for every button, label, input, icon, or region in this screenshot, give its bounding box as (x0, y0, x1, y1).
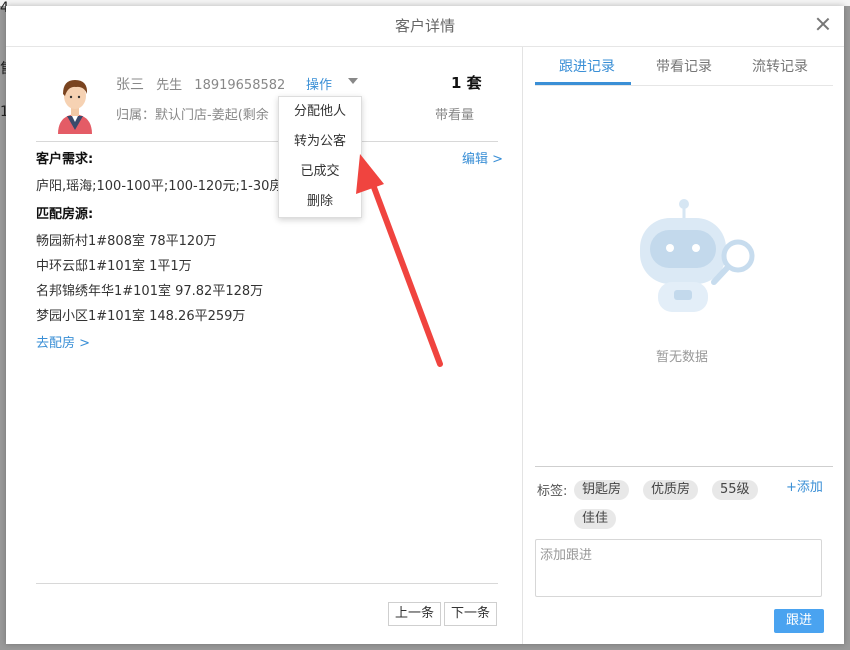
house-count: 1 套 (451, 74, 482, 92)
tags-divider (535, 466, 833, 467)
robot-magnifier-icon (640, 199, 755, 312)
customer-detail-modal: 客户详情 张三 先生 18919658582 操作 1 套 归属：默认门店-姜起… (6, 6, 844, 644)
views-label: 带看量 (435, 108, 475, 123)
footer-divider (36, 583, 498, 584)
customer-phone: 18919658582 (194, 78, 286, 93)
add-tag-link[interactable]: +添加 (786, 476, 823, 495)
tab-transfer-records[interactable]: 流转记录 (752, 56, 808, 76)
menu-item-convert-public[interactable]: 转为公客 (279, 127, 361, 157)
followup-input[interactable] (535, 539, 822, 597)
menu-item-delete[interactable]: 删除 (279, 187, 361, 217)
customer-name: 张三 (116, 77, 144, 93)
pane-divider (522, 47, 523, 644)
tag-chip[interactable]: 优质房 (643, 480, 699, 500)
tag-chip[interactable]: 佳佳 (574, 509, 617, 529)
customer-salutation: 先生 (156, 78, 183, 93)
modal-header: 客户详情 (6, 6, 844, 47)
matched-houses-title: 匹配房源: (36, 207, 94, 222)
match-houses-link[interactable]: 去配房 > (36, 332, 90, 351)
tab-follow-records[interactable]: 跟进记录 (559, 56, 615, 76)
next-button[interactable]: 下一条 (444, 602, 498, 626)
section-divider (36, 141, 498, 142)
menu-item-assign-others[interactable]: 分配他人 (279, 97, 361, 127)
chevron-down-icon[interactable] (348, 78, 358, 84)
followup-button[interactable]: 跟进 (774, 609, 824, 633)
actions-dropdown-menu: 分配他人 转为公客 已成交 删除 (278, 96, 362, 218)
tag-chip[interactable]: 55级 (712, 480, 758, 500)
modal-title: 客户详情 (394, 17, 455, 35)
edit-requirements-link[interactable]: 编辑 > (462, 148, 503, 167)
tag-chip[interactable]: 钥匙房 (574, 480, 630, 500)
avatar (58, 80, 92, 134)
actions-dropdown-trigger[interactable]: 操作 (306, 74, 332, 93)
customer-info: 张三 先生 18919658582 (116, 74, 285, 94)
matched-house-item: 畅园新村1#808室 78平120万 (36, 234, 217, 249)
matched-house-item: 名邦锦绣年华1#101室 97.82平128万 (36, 284, 264, 299)
tab-divider (535, 85, 833, 86)
customer-owner: 归属：默认门店-姜起(剩余 (116, 108, 269, 123)
tab-viewing-records[interactable]: 带看记录 (656, 56, 712, 76)
requirements-text: 庐阳,瑶海;100-100平;100-120元;1-30房 (36, 179, 283, 194)
menu-item-closed-deal[interactable]: 已成交 (279, 157, 361, 187)
matched-house-item: 梦园小区1#101室 148.26平259万 (36, 309, 246, 324)
tags-label: 标签: (537, 484, 568, 499)
prev-button[interactable]: 上一条 (388, 602, 442, 626)
matched-house-item: 中环云邸1#101室 1平1万 (36, 259, 192, 274)
empty-state-text: 暂无数据 (656, 350, 709, 365)
requirements-title: 客户需求: (36, 152, 94, 167)
close-icon[interactable] (812, 14, 834, 36)
